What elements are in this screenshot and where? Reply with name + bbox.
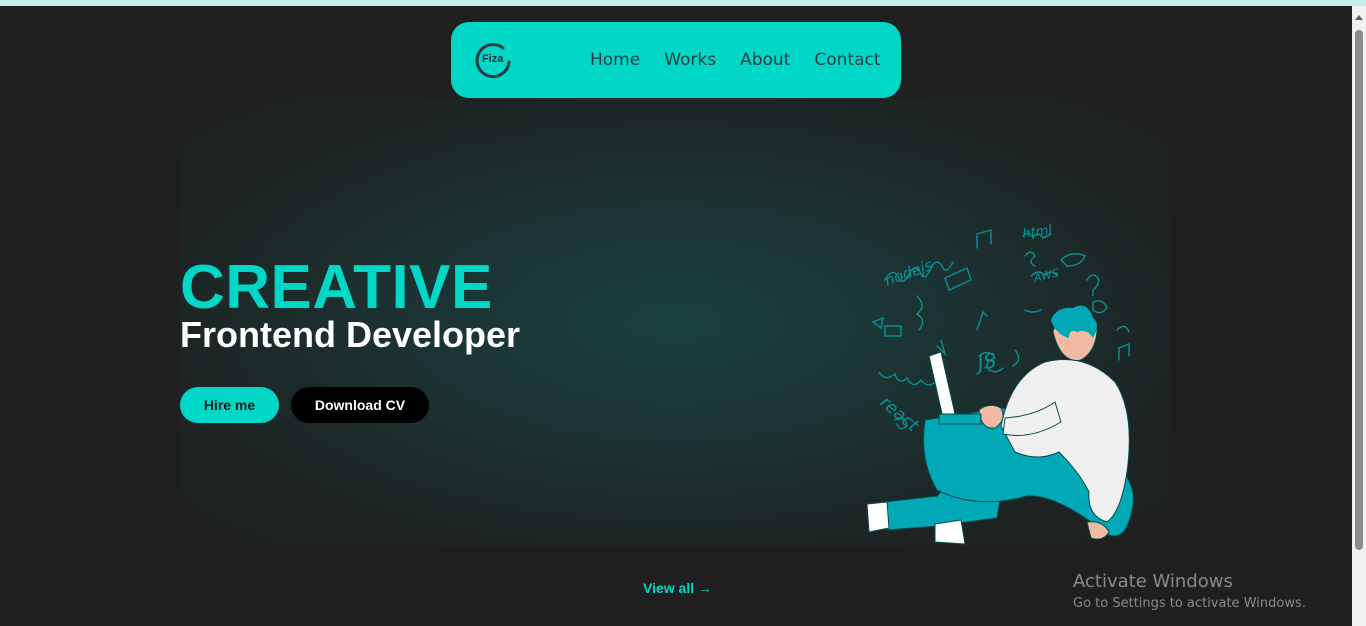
scroll-up-arrow-icon[interactable] [1355, 15, 1363, 20]
nav-works-link[interactable]: Works [664, 50, 716, 70]
browser-top-strip [0, 0, 1366, 6]
doodle-text: react [876, 393, 923, 437]
doodle-text: html [1021, 223, 1053, 242]
nav-links: Home Works About Contact [590, 22, 881, 98]
scrollbar-thumb[interactable] [1355, 30, 1363, 550]
nav-contact-link[interactable]: Contact [814, 50, 880, 70]
activate-windows-subtitle: Go to Settings to activate Windows. [1073, 596, 1306, 611]
developer-illustration: GitreactJSAWSnodejshtml [855, 220, 1155, 550]
developer-laptop-illustration-icon: GitreactJSAWSnodejshtml [866, 223, 1134, 545]
hero-headline: CREATIVE [180, 253, 493, 322]
nav-about-link[interactable]: About [740, 50, 790, 70]
navbar: Fiza Home Works About Contact [451, 22, 901, 98]
download-cv-button[interactable]: Download CV [291, 387, 429, 423]
scrollbar[interactable] [1352, 6, 1366, 626]
nav-home-link[interactable]: Home [590, 50, 640, 70]
view-all-link[interactable]: View all → [643, 580, 712, 596]
logo[interactable]: Fiza [473, 40, 513, 80]
logo-text: Fiza [482, 53, 504, 65]
activate-windows-title: Activate Windows [1073, 571, 1233, 592]
hero-subheadline: Frontend Developer [180, 314, 521, 355]
hire-me-button[interactable]: Hire me [180, 387, 279, 423]
